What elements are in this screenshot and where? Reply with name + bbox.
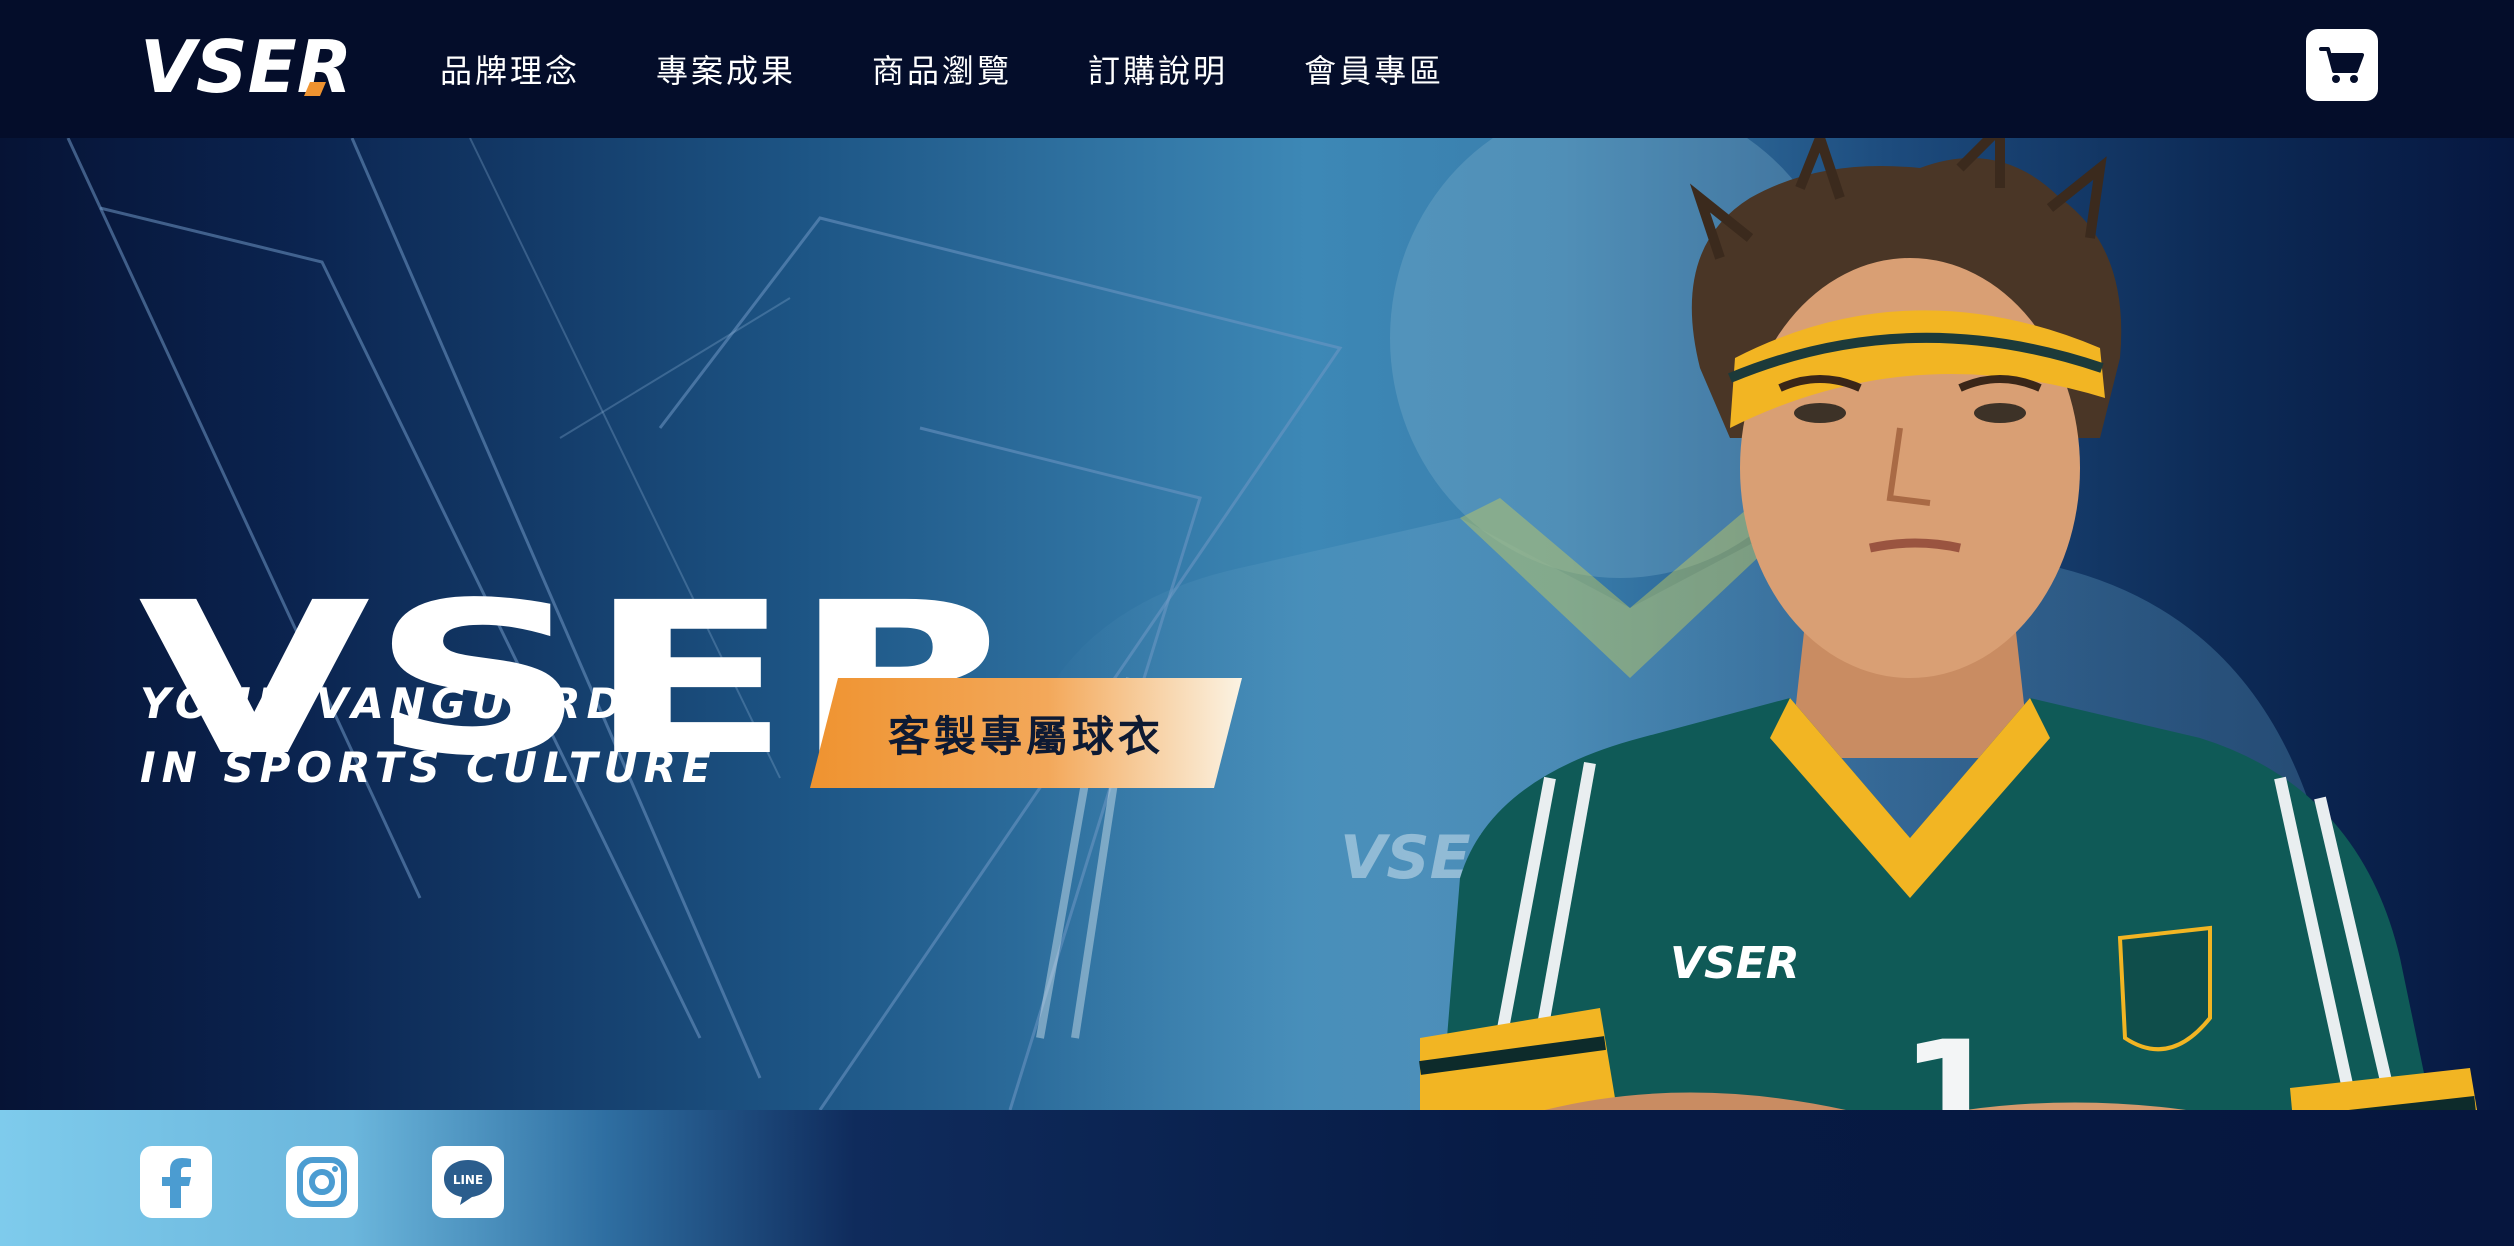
nav-item-members[interactable]: 會員專區 — [1304, 46, 1444, 92]
main-nav: 品牌理念 專案成果 商品瀏覽 訂購說明 會員專區 — [440, 0, 1520, 138]
jersey-number: 1 — [1900, 1010, 2004, 1110]
nav-item-products[interactable]: 商品瀏覽 — [872, 46, 1012, 92]
line-icon-label: LINE — [453, 1173, 483, 1187]
line-button[interactable]: LINE — [432, 1146, 504, 1218]
nav-item-ordering[interactable]: 訂購說明 — [1088, 46, 1228, 92]
facebook-button[interactable] — [140, 1146, 212, 1218]
tagline-line-2: IN SPORTS CULTURE — [140, 743, 717, 792]
brand-logo[interactable]: VSER — [140, 30, 366, 102]
tagline-line-1: YOUR VANGUARD — [140, 679, 628, 728]
hero-banner: VSER VSER 1 VSER YOUR VANGUARD IN SPORTS… — [0, 138, 2514, 1110]
social-links: LINE — [140, 1146, 504, 1218]
site-header: VSER 品牌理念 專案成果 商品瀏覽 訂購說明 會員專區 — [0, 0, 2514, 138]
instagram-icon — [297, 1157, 347, 1207]
instagram-button[interactable] — [286, 1146, 358, 1218]
nav-item-projects[interactable]: 專案成果 — [656, 46, 796, 92]
nav-item-brand-philosophy[interactable]: 品牌理念 — [440, 46, 580, 92]
cart-button[interactable] — [2306, 29, 2378, 101]
hero-tagline: YOUR VANGUARD IN SPORTS CULTURE — [140, 672, 717, 800]
custom-jersey-button[interactable]: 客製專屬球衣 — [810, 678, 1242, 788]
player-image: VSER 1 — [1419, 138, 2477, 1110]
jersey-crest — [2117, 925, 2212, 1052]
cta-label: 客製專屬球衣 — [887, 711, 1164, 761]
cart-icon — [2319, 47, 2364, 83]
line-icon: LINE — [444, 1160, 492, 1205]
jersey-logo: VSER — [1670, 938, 1800, 989]
facebook-icon — [162, 1158, 191, 1208]
